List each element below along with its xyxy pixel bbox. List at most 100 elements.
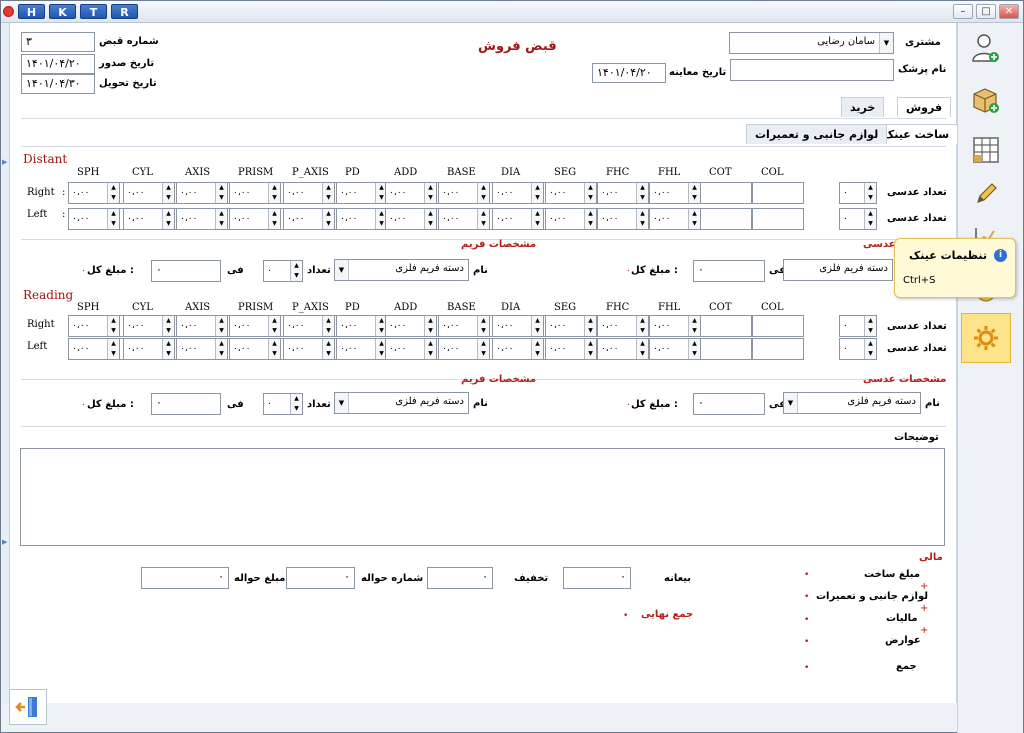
spin-down-icon[interactable]: ▼ xyxy=(323,219,334,229)
deposit-field[interactable]: ۰ xyxy=(563,567,631,589)
distant-left-dia-spinner[interactable]: ۰،۰۰ ▲ ▼ xyxy=(492,208,544,230)
spin-down-icon[interactable]: ▼ xyxy=(108,219,119,229)
distant-right-cot-field[interactable] xyxy=(700,182,752,204)
spin-down-icon[interactable]: ▼ xyxy=(108,193,119,203)
spin-down-icon[interactable]: ▼ xyxy=(425,219,436,229)
spin-down-icon[interactable]: ▼ xyxy=(478,193,489,203)
spin-down-icon[interactable]: ▼ xyxy=(425,326,436,336)
hk-button-r[interactable]: R xyxy=(111,4,138,19)
spin-buttons[interactable]: ▲ ▼ xyxy=(688,339,700,359)
spin-down-icon[interactable]: ▼ xyxy=(478,326,489,336)
spin-down-icon[interactable]: ▼ xyxy=(637,219,648,229)
spin-down-icon[interactable]: ▼ xyxy=(291,404,302,414)
spin-up-icon[interactable]: ▲ xyxy=(585,316,596,326)
spin-down-icon[interactable]: ▼ xyxy=(163,219,174,229)
reading-right-base-spinner[interactable]: ۰،۰۰ ▲ ▼ xyxy=(438,315,490,337)
spin-buttons[interactable]: ▲ ▼ xyxy=(864,209,876,229)
spin-up-icon[interactable]: ▲ xyxy=(425,183,436,193)
spin-buttons[interactable]: ▲ ▼ xyxy=(531,316,543,336)
spin-up-icon[interactable]: ▲ xyxy=(269,183,280,193)
spin-up-icon[interactable]: ▲ xyxy=(323,183,334,193)
spin-up-icon[interactable]: ▲ xyxy=(425,316,436,326)
spin-down-icon[interactable]: ▼ xyxy=(865,193,876,203)
spin-up-icon[interactable]: ▲ xyxy=(532,209,543,219)
distant-right-fhl-spinner[interactable]: ۰،۰۰ ▲ ▼ xyxy=(649,182,701,204)
spin-down-icon[interactable]: ▼ xyxy=(585,349,596,359)
issue-date-field[interactable]: ۱۴۰۱/۰۴/۲۰ xyxy=(21,54,95,74)
spin-up-icon[interactable]: ▲ xyxy=(323,316,334,326)
hk-button-h[interactable]: H xyxy=(18,4,45,19)
spin-buttons[interactable]: ▲ ▼ xyxy=(864,183,876,203)
spin-buttons[interactable]: ▲ ▼ xyxy=(215,316,227,336)
transfer-number-field[interactable]: ۰ xyxy=(286,567,355,589)
spin-down-icon[interactable]: ▼ xyxy=(216,349,227,359)
reading-left-fhl-spinner[interactable]: ۰،۰۰ ▲ ▼ xyxy=(649,338,701,360)
spin-up-icon[interactable]: ▲ xyxy=(291,261,302,271)
tab-sale[interactable]: فروش xyxy=(897,97,952,117)
spin-up-icon[interactable]: ▲ xyxy=(585,209,596,219)
distant-left-cyl-spinner[interactable]: ۰،۰۰ ▲ ▼ xyxy=(123,208,175,230)
spin-down-icon[interactable]: ▼ xyxy=(216,219,227,229)
tab-accessories-repairs[interactable]: لوازم جانبی و تعمیرات xyxy=(746,124,888,144)
distant-left-cot-field[interactable] xyxy=(700,208,752,230)
spin-down-icon[interactable]: ▼ xyxy=(269,349,280,359)
add-product-button[interactable] xyxy=(965,81,1007,119)
spin-buttons[interactable]: ▲ ▼ xyxy=(268,339,280,359)
distant-lens-name-select[interactable]: دسته فریم فلزی xyxy=(783,259,893,281)
spin-down-icon[interactable]: ▼ xyxy=(532,219,543,229)
reading-left-sph-spinner[interactable]: ۰،۰۰ ▲ ▼ xyxy=(68,338,120,360)
spin-up-icon[interactable]: ▲ xyxy=(108,316,119,326)
spin-buttons[interactable]: ▲ ▼ xyxy=(290,394,302,414)
hk-button-t[interactable]: T xyxy=(80,4,107,19)
distant-left-prism-spinner[interactable]: ۰،۰۰ ▲ ▼ xyxy=(229,208,281,230)
spin-up-icon[interactable]: ▲ xyxy=(637,339,648,349)
spin-down-icon[interactable]: ▼ xyxy=(323,349,334,359)
spin-down-icon[interactable]: ▼ xyxy=(865,219,876,229)
spin-buttons[interactable]: ▲ ▼ xyxy=(636,183,648,203)
spin-buttons[interactable]: ▲ ▼ xyxy=(864,316,876,336)
spin-down-icon[interactable]: ▼ xyxy=(269,219,280,229)
spin-up-icon[interactable]: ▲ xyxy=(163,316,174,326)
spin-up-icon[interactable]: ▲ xyxy=(637,316,648,326)
distant-right-pd-spinner[interactable]: ۰،۰۰ ▲ ▼ xyxy=(336,182,388,204)
reading-left-col-field[interactable] xyxy=(752,338,804,360)
spin-up-icon[interactable]: ▲ xyxy=(269,316,280,326)
distant-frame-name-select[interactable]: ▼ دسته فریم فلزی xyxy=(334,259,469,281)
spin-buttons[interactable]: ▲ ▼ xyxy=(864,339,876,359)
reading-frame-name-select[interactable]: ▼ دسته فریم فلزی xyxy=(334,392,469,414)
spin-up-icon[interactable]: ▲ xyxy=(865,183,876,193)
spin-buttons[interactable]: ▲ ▼ xyxy=(290,261,302,281)
spin-up-icon[interactable]: ▲ xyxy=(585,339,596,349)
distant-right-add-spinner[interactable]: ۰،۰۰ ▲ ▼ xyxy=(385,182,437,204)
reading-right-p-axis-spinner[interactable]: ۰،۰۰ ▲ ▼ xyxy=(283,315,335,337)
delivery-date-field[interactable]: ۱۴۰۱/۰۴/۳۰ xyxy=(21,74,95,94)
distant-left-add-spinner[interactable]: ۰،۰۰ ▲ ▼ xyxy=(385,208,437,230)
spin-buttons[interactable]: ▲ ▼ xyxy=(322,209,334,229)
distant-left-axis-spinner[interactable]: ۰،۰۰ ▲ ▼ xyxy=(176,208,228,230)
spin-up-icon[interactable]: ▲ xyxy=(269,339,280,349)
spin-buttons[interactable]: ▲ ▼ xyxy=(268,183,280,203)
spin-buttons[interactable]: ▲ ▼ xyxy=(107,183,119,203)
reading-lens-name-select[interactable]: ▼ دسته فریم فلزی xyxy=(783,392,921,414)
reading-right-sph-spinner[interactable]: ۰،۰۰ ▲ ▼ xyxy=(68,315,120,337)
spin-down-icon[interactable]: ▼ xyxy=(425,193,436,203)
spin-buttons[interactable]: ▲ ▼ xyxy=(636,339,648,359)
spin-up-icon[interactable]: ▲ xyxy=(216,316,227,326)
app-menu-icon[interactable] xyxy=(3,6,14,17)
reading-right-pd-spinner[interactable]: ۰،۰۰ ▲ ▼ xyxy=(336,315,388,337)
distant-frame-unit-field[interactable]: ۰ xyxy=(151,260,221,282)
spin-down-icon[interactable]: ▼ xyxy=(269,326,280,336)
discount-field[interactable]: ۰ xyxy=(427,567,493,589)
spin-up-icon[interactable]: ▲ xyxy=(216,183,227,193)
reading-right-add-spinner[interactable]: ۰،۰۰ ▲ ▼ xyxy=(385,315,437,337)
reading-lens-unit-field[interactable]: ۰ xyxy=(693,393,765,415)
reading-right-lens-count[interactable]: ۰ ▲ ▼ xyxy=(839,315,877,337)
spin-buttons[interactable]: ▲ ▼ xyxy=(322,316,334,336)
spin-buttons[interactable]: ▲ ▼ xyxy=(584,339,596,359)
spin-up-icon[interactable]: ▲ xyxy=(269,209,280,219)
spin-up-icon[interactable]: ▲ xyxy=(532,316,543,326)
spin-down-icon[interactable]: ▼ xyxy=(689,193,700,203)
spin-down-icon[interactable]: ▼ xyxy=(291,271,302,281)
reading-frame-unit-field[interactable]: ۰ xyxy=(151,393,221,415)
distant-right-seg-spinner[interactable]: ۰،۰۰ ▲ ▼ xyxy=(545,182,597,204)
